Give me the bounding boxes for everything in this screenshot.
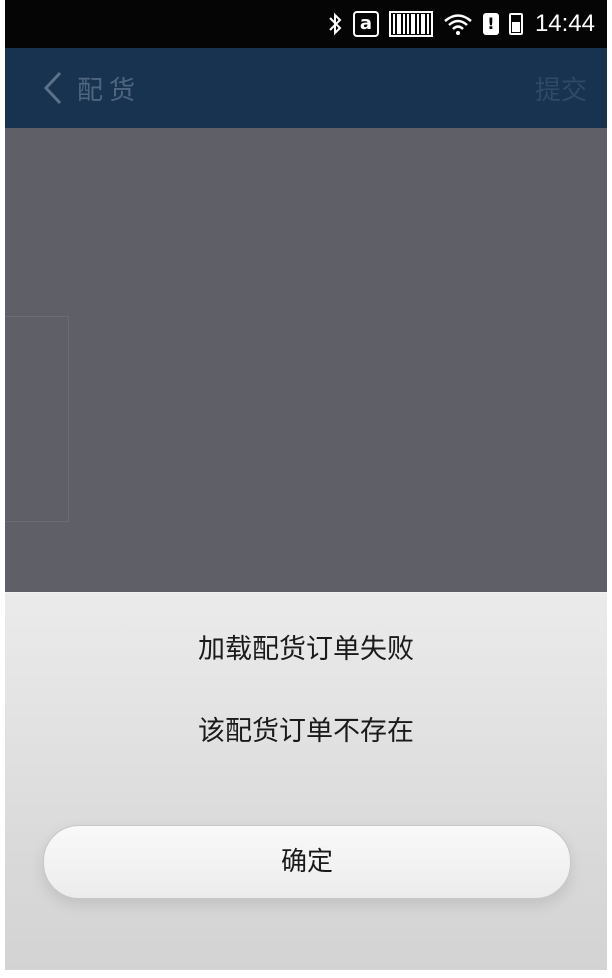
dialog-title: 加载配货订单失败 bbox=[198, 634, 414, 665]
dimmed-panel bbox=[5, 316, 69, 522]
status-bar: a ! 14:44 bbox=[5, 0, 607, 48]
a-notification-icon: a bbox=[352, 11, 379, 37]
dimmed-content-overlay bbox=[5, 128, 607, 592]
page-title: 配货 bbox=[77, 75, 142, 106]
wifi-icon bbox=[443, 12, 473, 36]
bluetooth-icon bbox=[327, 12, 343, 36]
battery-icon bbox=[508, 13, 523, 35]
bottom-edge bbox=[5, 970, 607, 978]
back-icon[interactable] bbox=[33, 48, 73, 128]
status-time: 14:44 bbox=[534, 10, 595, 37]
submit-button[interactable]: 提交 bbox=[535, 70, 587, 107]
phone-screen: a ! 14:44 配货 提交 加载配货订单失败 该配货订单不存在 确定 bbox=[5, 0, 607, 978]
battery-warning-icon: ! bbox=[482, 13, 499, 35]
error-dialog: 加载配货订单失败 该配货订单不存在 确定 bbox=[5, 592, 607, 971]
barcode-icon bbox=[388, 11, 433, 37]
confirm-button[interactable]: 确定 bbox=[43, 825, 571, 899]
dialog-message: 该配货订单不存在 bbox=[198, 716, 414, 747]
app-header: 配货 提交 bbox=[5, 48, 607, 128]
